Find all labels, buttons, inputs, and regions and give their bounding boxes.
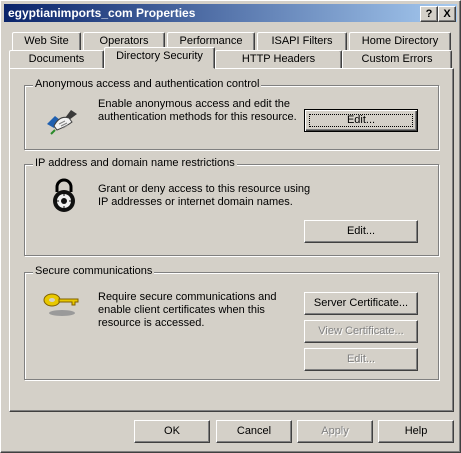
tab-home-directory[interactable]: Home Directory [349,32,451,51]
view-certificate-button[interactable]: View Certificate... [304,320,418,343]
tab-panel: Anonymous access and authentication cont… [9,68,454,412]
anonymous-edit-button[interactable]: Edit... [304,109,418,132]
secure-communications-group: Secure communications Require secure com… [24,265,439,380]
server-certificate-button[interactable]: Server Certificate... [304,292,418,315]
anonymous-access-group: Anonymous access and authentication cont… [24,78,439,150]
secure-desc-line1: Require secure communications and [98,291,277,303]
anonymous-edit-label: Edit... [346,114,376,126]
title-bar[interactable]: egyptianimports_com Properties ? X [4,4,457,22]
tab-directory-security[interactable]: Directory Security [104,47,215,69]
secure-desc-line2: enable client certificates when this [98,304,265,316]
ip-edit-button[interactable]: Edit... [304,220,418,243]
window-title: egyptianimports_com Properties [8,6,196,20]
anonymous-desc-line2: authentication methods for this resource… [98,111,297,123]
secure-desc-line3: resource is accessed. [98,317,205,329]
ip-desc-line1: Grant or deny access to this resource us… [98,183,311,195]
cancel-button[interactable]: Cancel [216,420,292,443]
anonymous-access-legend: Anonymous access and authentication cont… [33,78,262,90]
ok-button[interactable]: OK [134,420,210,443]
ip-restrictions-legend: IP address and domain name restrictions [33,157,237,169]
key-icon [42,290,82,318]
handshake-icon [45,104,79,138]
tab-custom-errors[interactable]: Custom Errors [342,50,452,69]
help-title-button[interactable]: ? [420,6,438,22]
tab-web-site[interactable]: Web Site [12,32,81,51]
ip-desc-line2: IP addresses or internet domain names. [98,196,293,208]
properties-dialog: egyptianimports_com Properties ? X Web S… [0,0,461,453]
close-button[interactable]: X [438,6,456,22]
ip-restrictions-group: IP address and domain name restrictions … [24,157,439,256]
tab-isapi-filters[interactable]: ISAPI Filters [257,32,347,51]
lock-icon [51,178,77,214]
apply-button[interactable]: Apply [297,420,373,443]
tab-http-headers[interactable]: HTTP Headers [215,50,342,69]
secure-communications-legend: Secure communications [33,265,155,277]
secure-edit-button[interactable]: Edit... [304,348,418,371]
tab-documents[interactable]: Documents [9,50,104,69]
anonymous-desc-line1: Enable anonymous access and edit the [98,98,291,110]
help-button[interactable]: Help [378,420,454,443]
